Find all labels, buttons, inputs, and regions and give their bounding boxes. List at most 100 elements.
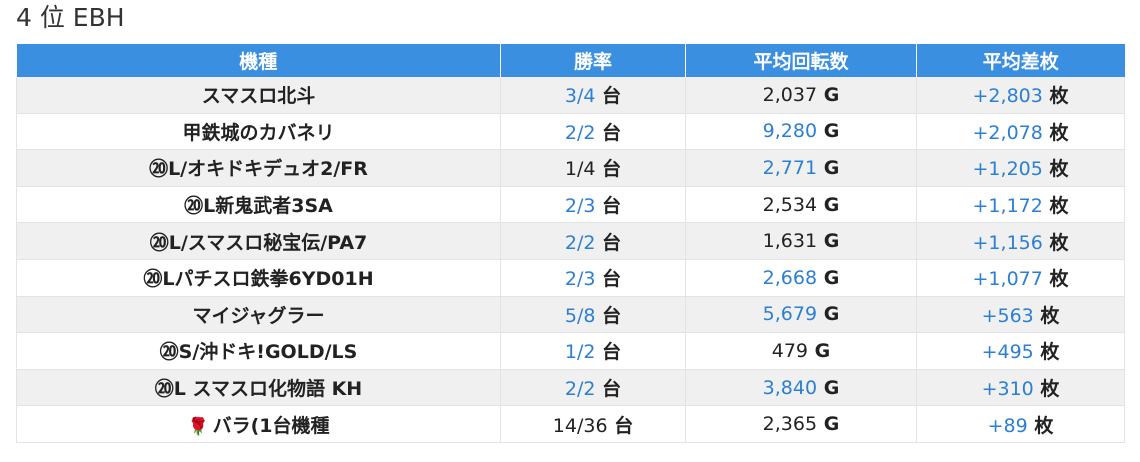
avg-spins-cell-unit: G <box>823 193 840 216</box>
machine-cell: 🌹 バラ(1台機種 <box>16 405 501 443</box>
machine-cell: スマスロ北斗 <box>16 77 501 114</box>
avg-spins-cell-value: 479 <box>771 339 809 362</box>
avg-spins-cell: 5,679 G <box>685 296 917 334</box>
machine-cell: 甲鉄城のカバネリ <box>16 113 501 151</box>
avg-diff-cell-unit: 枚 <box>1049 195 1069 218</box>
avg-diff-cell-unit: 枚 <box>1040 341 1060 364</box>
column-header-avg-diff[interactable]: 平均差枚 <box>916 44 1125 77</box>
table-row[interactable]: マイジャグラー 5/8 台 5,679 G +563 枚 <box>16 296 1125 334</box>
avg-spins-cell-unit: G <box>823 83 840 106</box>
table-row[interactable]: スマスロ北斗 3/4 台 2,037 G +2,803 枚 <box>16 77 1125 114</box>
machine-name: バラ(1台機種 <box>212 414 330 437</box>
table-row[interactable]: 甲鉄城のカバネリ 2/2 台 9,280 G +2,078 枚 <box>16 113 1125 151</box>
win-rate-cell-value: 2/2 <box>564 121 596 144</box>
avg-diff-cell-value: +2,803 <box>972 85 1043 108</box>
avg-diff-cell-unit: 枚 <box>1034 414 1054 437</box>
avg-diff-cell: +1,205 枚 <box>916 149 1125 187</box>
win-rate-cell: 14/36 台 <box>500 405 686 443</box>
win-rate-cell: 2/3 台 <box>500 186 686 224</box>
table-row[interactable]: ⑳L/スマスロ秘宝伝/PA7 2/2 台 1,631 G +1,156 枚 <box>16 222 1125 260</box>
page-title: 4 位 EBH <box>16 3 125 32</box>
table-row[interactable]: ⑳L スマスロ化物語 KH 2/2 台 3,840 G +310 枚 <box>16 369 1125 407</box>
avg-diff-cell-value: +563 <box>981 304 1034 327</box>
table-row[interactable]: ⑳S/沖ドキ!GOLD/LS 1/2 台 479 G +495 枚 <box>16 332 1125 370</box>
column-header-machine[interactable]: 機種 <box>16 44 501 77</box>
avg-spins-cell-unit: G <box>823 266 840 289</box>
avg-spins-cell-unit: G <box>823 376 840 399</box>
avg-diff-cell: +2,078 枚 <box>916 113 1125 151</box>
avg-spins-cell-unit: G <box>814 339 831 362</box>
column-header-win-rate[interactable]: 勝率 <box>500 44 686 77</box>
machine-name: ⑳L新鬼武者3SA <box>184 195 333 218</box>
avg-spins-cell: 2,534 G <box>685 186 917 224</box>
table-header-row: 機種 勝率 平均回転数 平均差枚 <box>16 44 1125 77</box>
win-rate-cell: 1/4 台 <box>500 149 686 187</box>
win-rate-cell-value: 14/36 <box>552 414 608 437</box>
win-rate-cell-unit: 台 <box>614 414 634 437</box>
ranking-table: 機種 勝率 平均回転数 平均差枚 スマスロ北斗 3/4 台 2,037 G +2,80… <box>16 44 1125 443</box>
win-rate-cell-value: 5/8 <box>564 304 596 327</box>
machine-cell: ⑳L/スマスロ秘宝伝/PA7 <box>16 222 501 260</box>
win-rate-cell: 1/2 台 <box>500 332 686 370</box>
avg-spins-cell-value: 2,668 <box>762 266 818 289</box>
machine-cell: ⑳L スマスロ化物語 KH <box>16 369 501 407</box>
avg-spins-cell-value: 9,280 <box>762 120 818 143</box>
avg-spins-cell: 479 G <box>685 332 917 370</box>
avg-spins-cell: 9,280 G <box>685 113 917 151</box>
machine-cell: ⑳L/オキドキデュオ2/FR <box>16 149 501 187</box>
rose-icon: 🌹 <box>187 416 209 437</box>
avg-diff-cell: +310 枚 <box>916 369 1125 407</box>
avg-spins-cell-value: 3,840 <box>762 376 818 399</box>
avg-diff-cell-value: +89 <box>987 414 1028 437</box>
win-rate-cell: 5/8 台 <box>500 296 686 334</box>
table-row[interactable]: ⑳Lパチスロ鉄拳6YD01H 2/3 台 2,668 G +1,077 枚 <box>16 259 1125 297</box>
avg-diff-cell-value: +1,205 <box>972 158 1043 181</box>
table-row[interactable]: ⑳L/オキドキデュオ2/FR 1/4 台 2,771 G +1,205 枚 <box>16 149 1125 187</box>
avg-diff-cell: +1,172 枚 <box>916 186 1125 224</box>
avg-spins-cell: 3,840 G <box>685 369 917 407</box>
avg-spins-cell-value: 2,365 <box>762 413 818 436</box>
win-rate-cell: 2/2 台 <box>500 369 686 407</box>
machine-name: ⑳Lパチスロ鉄拳6YD01H <box>143 268 374 291</box>
avg-diff-cell-value: +1,077 <box>972 268 1043 291</box>
win-rate-cell: 2/3 台 <box>500 259 686 297</box>
win-rate-cell-unit: 台 <box>602 378 622 401</box>
win-rate-cell-value: 2/2 <box>564 378 596 401</box>
table-body: スマスロ北斗 3/4 台 2,037 G +2,803 枚甲鉄城のカバネリ 2/2 台9… <box>16 77 1125 443</box>
win-rate-cell: 2/2 台 <box>500 113 686 151</box>
avg-spins-cell-value: 2,037 <box>762 83 818 106</box>
avg-spins-cell: 2,771 G <box>685 149 917 187</box>
avg-diff-cell-value: +1,156 <box>972 231 1043 254</box>
table-row[interactable]: 🌹 バラ(1台機種 14/36 台 2,365 G +89 枚 <box>16 405 1125 443</box>
win-rate-cell-value: 1/4 <box>564 158 596 181</box>
avg-diff-cell-unit: 枚 <box>1049 231 1069 254</box>
avg-spins-cell-value: 1,631 <box>762 230 818 253</box>
win-rate-cell-unit: 台 <box>602 268 622 291</box>
avg-spins-cell: 2,365 G <box>685 405 917 443</box>
win-rate-cell-unit: 台 <box>602 85 622 108</box>
avg-diff-cell-unit: 枚 <box>1040 378 1060 401</box>
avg-spins-cell: 2,668 G <box>685 259 917 297</box>
avg-diff-cell: +495 枚 <box>916 332 1125 370</box>
machine-name: 甲鉄城のカバネリ <box>182 121 335 144</box>
win-rate-cell-unit: 台 <box>602 341 622 364</box>
machine-cell: ⑳Lパチスロ鉄拳6YD01H <box>16 259 501 297</box>
avg-spins-cell: 1,631 G <box>685 222 917 260</box>
avg-spins-cell-unit: G <box>823 156 840 179</box>
avg-spins-cell-value: 5,679 <box>762 303 818 326</box>
avg-spins-cell: 2,037 G <box>685 77 917 114</box>
win-rate-cell-value: 2/3 <box>564 268 596 291</box>
win-rate-cell-value: 1/2 <box>564 341 596 364</box>
machine-cell: ⑳L新鬼武者3SA <box>16 186 501 224</box>
avg-diff-cell: +89 枚 <box>916 405 1125 443</box>
win-rate-cell-unit: 台 <box>602 195 622 218</box>
machine-name: ⑳L/オキドキデュオ2/FR <box>149 158 368 181</box>
win-rate-cell-unit: 台 <box>602 231 622 254</box>
win-rate-cell-unit: 台 <box>602 158 622 181</box>
avg-spins-cell-unit: G <box>823 413 840 436</box>
column-header-avg-spins[interactable]: 平均回転数 <box>685 44 917 77</box>
machine-cell: マイジャグラー <box>16 296 501 334</box>
avg-spins-cell-value: 2,771 <box>762 156 818 179</box>
win-rate-cell-value: 2/3 <box>564 195 596 218</box>
table-row[interactable]: ⑳L新鬼武者3SA 2/3 台 2,534 G +1,172 枚 <box>16 186 1125 224</box>
